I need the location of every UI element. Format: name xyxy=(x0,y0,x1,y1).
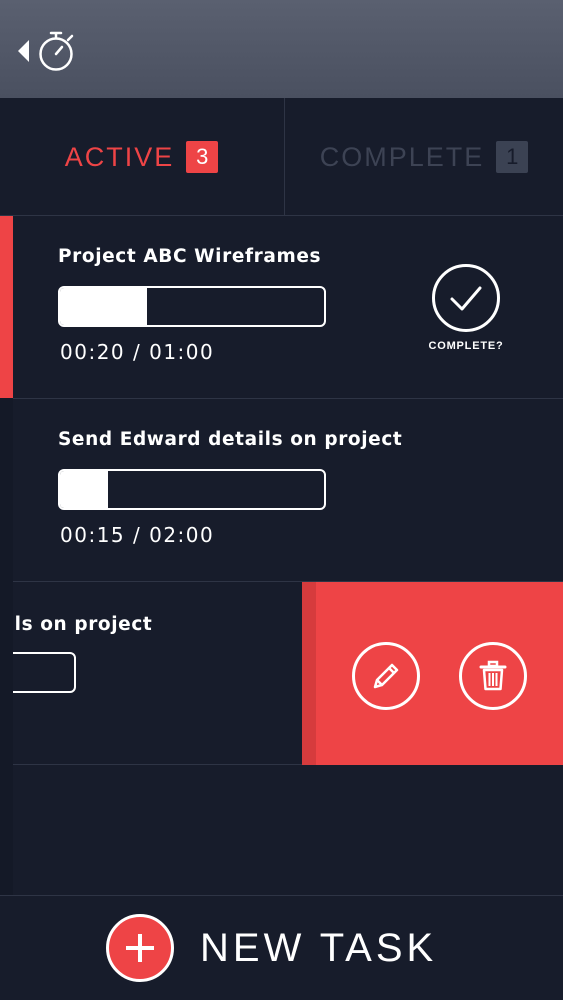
tab-complete[interactable]: COMPLETE 1 xyxy=(284,98,563,216)
complete-task-button[interactable]: COMPLETE? xyxy=(421,264,521,354)
task-action-panel xyxy=(302,582,563,765)
app-root: ACTIVE 3 COMPLETE 1 Project ABC Wirefram… xyxy=(0,0,563,1000)
back-button[interactable] xyxy=(14,28,82,76)
tab-active-count-badge: 3 xyxy=(186,141,219,173)
edit-task-button[interactable] xyxy=(352,642,420,710)
tab-active[interactable]: ACTIVE 3 xyxy=(0,98,283,216)
list-left-gutter xyxy=(0,398,13,895)
task-progress-fill xyxy=(60,288,148,325)
tab-complete-label: COMPLETE xyxy=(319,141,485,172)
task-progress-bar xyxy=(58,469,326,510)
footer-bar: NEW TASK xyxy=(0,895,563,1000)
plus-icon xyxy=(106,914,174,982)
task-time: 00:15 / 02:00 xyxy=(60,523,215,547)
pencil-icon xyxy=(373,663,399,689)
task-title: Send Edward details on project xyxy=(58,429,403,450)
back-arrow-icon xyxy=(18,40,29,62)
task-progress-bar xyxy=(58,286,326,327)
new-task-button[interactable]: NEW TASK xyxy=(106,914,466,982)
stopwatch-icon xyxy=(39,31,74,71)
delete-task-button[interactable] xyxy=(459,642,527,710)
tab-complete-count-badge: 1 xyxy=(496,141,529,173)
tab-active-label: ACTIVE xyxy=(64,141,175,172)
header xyxy=(0,0,563,98)
task-progress-fill xyxy=(60,471,108,508)
new-task-label: NEW TASK xyxy=(200,925,438,970)
task-item[interactable]: Send Edward details on project 00:15 / 0… xyxy=(0,399,563,582)
task-swipe-content[interactable]: Send Edward details on project xyxy=(0,582,313,765)
active-task-indicator xyxy=(0,216,13,399)
tab-bar: ACTIVE 3 COMPLETE 1 xyxy=(0,98,563,216)
action-panel-edge xyxy=(302,582,316,765)
task-item-swiped[interactable]: Send Edward details on project xyxy=(0,582,563,765)
complete-task-label: COMPLETE? xyxy=(428,340,504,352)
trash-icon xyxy=(479,660,507,691)
task-title: Project ABC Wireframes xyxy=(58,246,322,267)
task-time: 00:20 / 01:00 xyxy=(60,340,215,364)
task-title: Send Edward details on project xyxy=(0,614,153,635)
checkmark-icon xyxy=(432,264,500,332)
task-item[interactable]: Project ABC Wireframes 00:20 / 01:00 COM… xyxy=(0,216,563,399)
